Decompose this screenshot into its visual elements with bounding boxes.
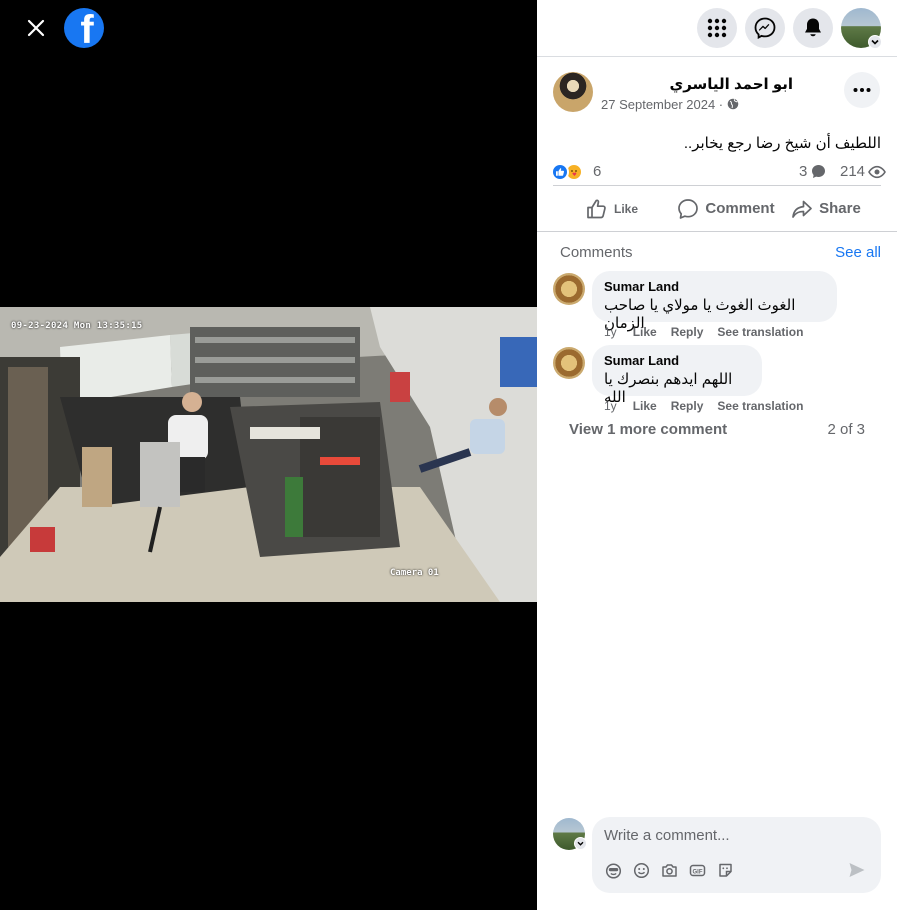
see-all-link[interactable]: See all xyxy=(835,244,881,261)
like-label: Like xyxy=(613,201,638,216)
author-avatar[interactable] xyxy=(553,72,593,112)
divider xyxy=(537,231,897,232)
view-count[interactable]: 214 xyxy=(840,163,886,180)
comment-bubble: Sumar Land اللهم ايدهم بنصرك يا الله xyxy=(592,345,762,406)
like-button[interactable]: Like xyxy=(553,186,671,231)
comment-input[interactable] xyxy=(604,825,864,845)
comment-composer: GIF xyxy=(592,817,881,893)
author-name[interactable]: ابو احمد الياسري xyxy=(601,75,793,93)
comment-reply-link[interactable]: Reply xyxy=(671,325,704,339)
comment-reply-link[interactable]: Reply xyxy=(671,399,704,413)
facebook-logo-icon[interactable]: f xyxy=(64,8,104,48)
video-frame[interactable]: 09-23-2024 Mon 13:35:15 Camera 01 xyxy=(0,307,537,602)
reaction-icons[interactable] xyxy=(551,163,583,181)
comment-bubble-icon xyxy=(812,165,826,178)
comment-count[interactable]: 3 xyxy=(799,163,826,180)
gif-icon[interactable]: GIF xyxy=(688,861,706,879)
bell-icon xyxy=(805,18,821,37)
post-date-text: 27 September 2024 · xyxy=(601,97,724,112)
camera-label: Camera 01 xyxy=(390,568,439,578)
comments-heading: Comments xyxy=(560,244,633,261)
reaction-count[interactable]: 6 xyxy=(593,163,601,180)
post-stats: 6 3 214 xyxy=(537,160,897,184)
apps-menu-button[interactable] xyxy=(697,8,737,48)
avatar-sticker-icon[interactable] xyxy=(604,861,622,879)
comment-time[interactable]: 1y xyxy=(604,325,617,339)
globe-icon xyxy=(727,98,739,110)
emoji-icon[interactable] xyxy=(632,861,650,879)
close-icon[interactable] xyxy=(18,10,54,46)
comment-meta: 1y Like Reply See translation xyxy=(604,325,817,339)
notifications-button[interactable] xyxy=(793,8,833,48)
video-timestamp: 09-23-2024 Mon 13:35:15 xyxy=(11,321,143,331)
see-translation-link[interactable]: See translation xyxy=(717,399,803,413)
svg-text:GIF: GIF xyxy=(692,869,702,875)
messenger-button[interactable] xyxy=(745,8,785,48)
composer-tools: GIF xyxy=(604,861,734,879)
comment-bubble: Sumar Land الغوث الغوث يا مولاي يا صاحب … xyxy=(592,271,837,332)
commenter-name[interactable]: Sumar Land xyxy=(604,279,825,294)
post-panel: ابو احمد الياسري 27 September 2024 · الل… xyxy=(537,0,897,910)
chevron-down-icon[interactable] xyxy=(868,35,882,49)
post-actions: Like Comment Share xyxy=(553,185,881,231)
comment-meta: 1y Like Reply See translation xyxy=(604,399,817,413)
send-icon[interactable] xyxy=(848,861,868,881)
commenter-avatar[interactable] xyxy=(553,273,585,305)
post-text: اللطيف أن شيخ رضا رجع يخابر.. xyxy=(683,135,881,152)
media-viewer: f 09-23-2024 Mon 13:35:15 Camera 01 xyxy=(0,0,537,910)
video-scene xyxy=(0,307,537,602)
post-date[interactable]: 27 September 2024 · xyxy=(601,97,739,112)
commenter-avatar[interactable] xyxy=(553,347,585,379)
share-button[interactable]: Share xyxy=(781,186,871,231)
like-reaction-icon xyxy=(551,163,569,181)
comment-time[interactable]: 1y xyxy=(604,399,617,413)
messenger-icon xyxy=(754,17,776,39)
thumbs-up-icon xyxy=(587,199,606,218)
more-options-button[interactable] xyxy=(844,72,880,108)
camera-icon[interactable] xyxy=(660,861,678,879)
comment-like-link[interactable]: Like xyxy=(633,399,657,413)
view-more-comments-link[interactable]: View 1 more comment xyxy=(569,421,727,438)
comment-count-value: 3 xyxy=(799,163,808,180)
sticker-icon[interactable] xyxy=(716,861,734,879)
chevron-down-icon[interactable] xyxy=(574,837,587,850)
comment-label: Comment xyxy=(705,200,775,217)
grid-icon xyxy=(707,18,727,38)
share-label: Share xyxy=(819,200,861,217)
view-count-value: 214 xyxy=(840,163,866,180)
comments-page-indicator: 2 of 3 xyxy=(827,421,865,438)
commenter-name[interactable]: Sumar Land xyxy=(604,353,750,368)
top-bar xyxy=(537,0,897,57)
comment-icon xyxy=(678,198,699,219)
eye-icon xyxy=(868,165,886,178)
comment-like-link[interactable]: Like xyxy=(633,325,657,339)
share-icon xyxy=(792,200,812,218)
see-translation-link[interactable]: See translation xyxy=(717,325,803,339)
more-dots-icon xyxy=(853,88,871,92)
comment-button[interactable]: Comment xyxy=(671,186,781,231)
